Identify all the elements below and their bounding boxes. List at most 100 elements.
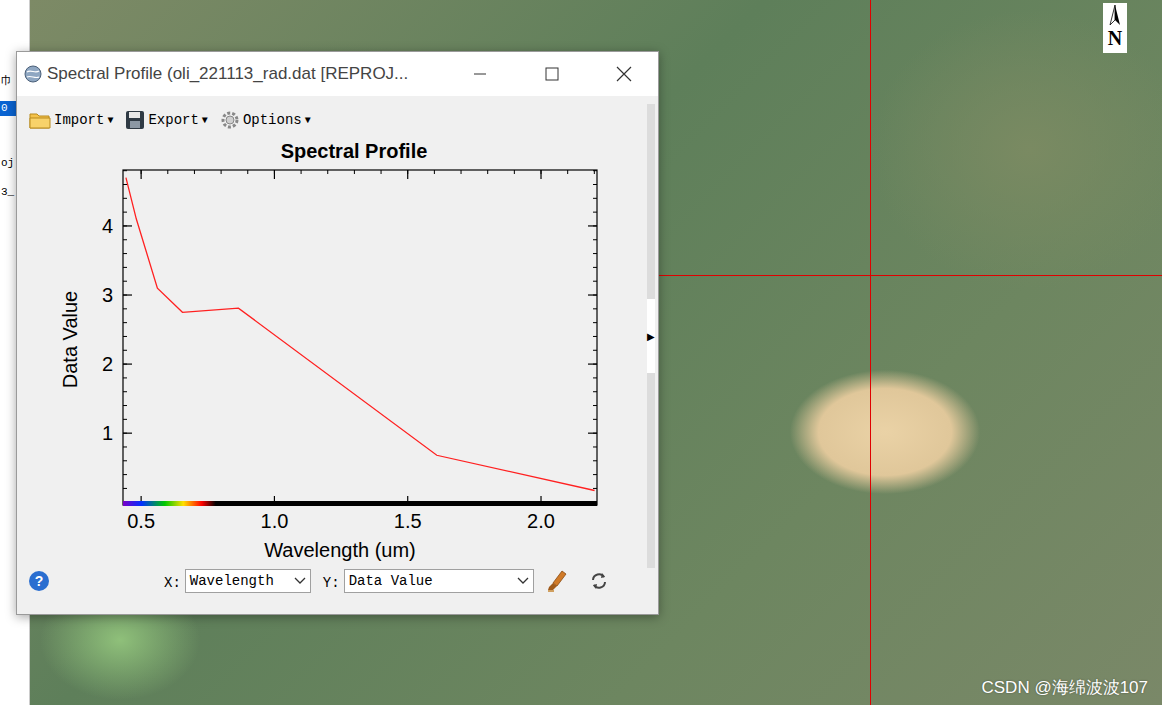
spectral-chart: Spectral Profile0.51.01.52.01234Data Val… [17, 134, 635, 564]
x-minor-tick [381, 170, 382, 505]
x-minor-tick [274, 170, 275, 505]
x-tick: 1.0 [261, 170, 289, 532]
x-tick: 1.5 [394, 170, 422, 532]
axis-controls: ? X:Wavelength Y:Data Value [17, 564, 644, 598]
x-minor-tick [434, 170, 435, 505]
x-minor-tick [221, 170, 222, 505]
x-minor-tick [514, 170, 515, 505]
svg-text:2: 2 [102, 353, 113, 375]
x-minor-tick [594, 170, 595, 505]
save-icon [125, 110, 145, 130]
x-minor-tick [247, 170, 248, 505]
refresh-button[interactable] [588, 570, 610, 592]
x-minor-tick [327, 170, 328, 505]
menu-caret: ▼ [107, 115, 113, 126]
y-minor-tick [123, 253, 597, 254]
toolbar: Import▼ Export▼ Options▼ [17, 106, 644, 134]
y-minor-tick [123, 239, 597, 240]
brush-icon [547, 570, 567, 592]
y-minor-tick [123, 225, 597, 226]
y-minor-tick [123, 184, 597, 185]
handle-track: ▶ [647, 104, 655, 568]
close-button[interactable] [590, 52, 658, 96]
y-tick: 2 [102, 353, 597, 375]
y-minor-tick [123, 295, 597, 296]
y-minor-tick [123, 170, 597, 171]
window-title: Spectral Profile (oli_221113_rad.dat [RE… [47, 64, 442, 84]
side-panel-handle[interactable]: ▶ [644, 96, 658, 614]
crosshair-vertical [870, 0, 871, 705]
wavelength-bar [123, 501, 597, 506]
y-minor-tick [123, 377, 597, 378]
y-minor-tick [123, 419, 597, 420]
svg-text:1.5: 1.5 [394, 510, 422, 532]
y-minor-tick [123, 281, 597, 282]
y-axis-selector-label: Y: [323, 571, 340, 591]
y-minor-tick [123, 198, 597, 199]
x-minor-tick [141, 170, 142, 505]
svg-text:1.0: 1.0 [261, 510, 289, 532]
menu-caret: ▼ [202, 115, 208, 126]
north-label: N [1108, 27, 1122, 49]
x-axis-selector-label: X: [164, 571, 181, 591]
svg-text:4: 4 [102, 215, 113, 237]
svg-text:2.0: 2.0 [527, 510, 555, 532]
svg-text:1: 1 [102, 422, 113, 444]
minimize-icon [473, 67, 487, 81]
chart-title: Spectral Profile [281, 140, 428, 162]
x-minor-tick [407, 170, 408, 505]
minimize-button[interactable] [446, 52, 514, 96]
toolbar-menu[interactable]: Options▼ [220, 110, 311, 130]
y-minor-tick [123, 267, 597, 268]
spectral-profile-window: Spectral Profile (oli_221113_rad.dat [RE… [16, 51, 659, 615]
north-arrow: N [1103, 3, 1127, 53]
maximize-icon [545, 67, 559, 81]
refresh-icon [589, 571, 609, 591]
main-panel: Import▼ Export▼ Options▼ Spectral Profile 0.… [17, 96, 644, 614]
chevron-down-icon [517, 577, 529, 585]
y-minor-tick [123, 212, 597, 213]
y-minor-tick [123, 446, 597, 447]
y-minor-tick [123, 336, 597, 337]
y-tick: 1 [102, 422, 597, 444]
y-minor-tick [123, 350, 597, 351]
expand-tab[interactable]: ▶ [647, 299, 655, 373]
x-minor-tick [301, 170, 302, 505]
folder-icon [29, 111, 51, 129]
close-icon [616, 66, 632, 82]
watermark: CSDN @海绵波波107 [981, 676, 1148, 699]
help-button[interactable]: ? [29, 571, 49, 591]
y-minor-tick [123, 308, 597, 309]
y-axis-select[interactable]: Data Value [344, 569, 534, 593]
x-axis-select[interactable]: Wavelength [185, 569, 311, 593]
y-minor-tick [123, 322, 597, 323]
y-minor-tick [123, 391, 597, 392]
y-tick: 3 [102, 284, 597, 306]
toolbar-menu[interactable]: Import▼ [29, 111, 113, 129]
y-minor-tick [123, 405, 597, 406]
plot-area [123, 170, 597, 505]
app-icon [23, 64, 43, 84]
svg-text:3: 3 [102, 284, 113, 306]
x-axis-label: Wavelength (um) [264, 539, 416, 561]
x-minor-tick [194, 170, 195, 505]
y-tick: 4 [102, 215, 597, 237]
x-tick: 0.5 [127, 170, 155, 532]
svg-text:0.5: 0.5 [127, 510, 155, 532]
desktop: 巾0oj3_NCSDN @海绵波波107Spectral Profile (ol… [0, 0, 1162, 705]
spectrum-bar [123, 501, 216, 506]
window-body: Import▼ Export▼ Options▼ Spectral Profile 0.… [17, 96, 658, 614]
style-button[interactable] [546, 570, 568, 592]
y-minor-tick [123, 364, 597, 365]
x-minor-tick [567, 170, 568, 505]
x-minor-tick [354, 170, 355, 505]
x-minor-tick [461, 170, 462, 505]
title-bar[interactable]: Spectral Profile (oli_221113_rad.dat [RE… [17, 52, 658, 96]
x-minor-tick [541, 170, 542, 505]
maximize-button[interactable] [518, 52, 586, 96]
x-minor-tick [167, 170, 168, 505]
toolbar-menu[interactable]: Export▼ [125, 110, 207, 130]
gear-icon [220, 110, 240, 130]
chevron-down-icon [294, 577, 306, 585]
menu-caret: ▼ [305, 115, 311, 126]
